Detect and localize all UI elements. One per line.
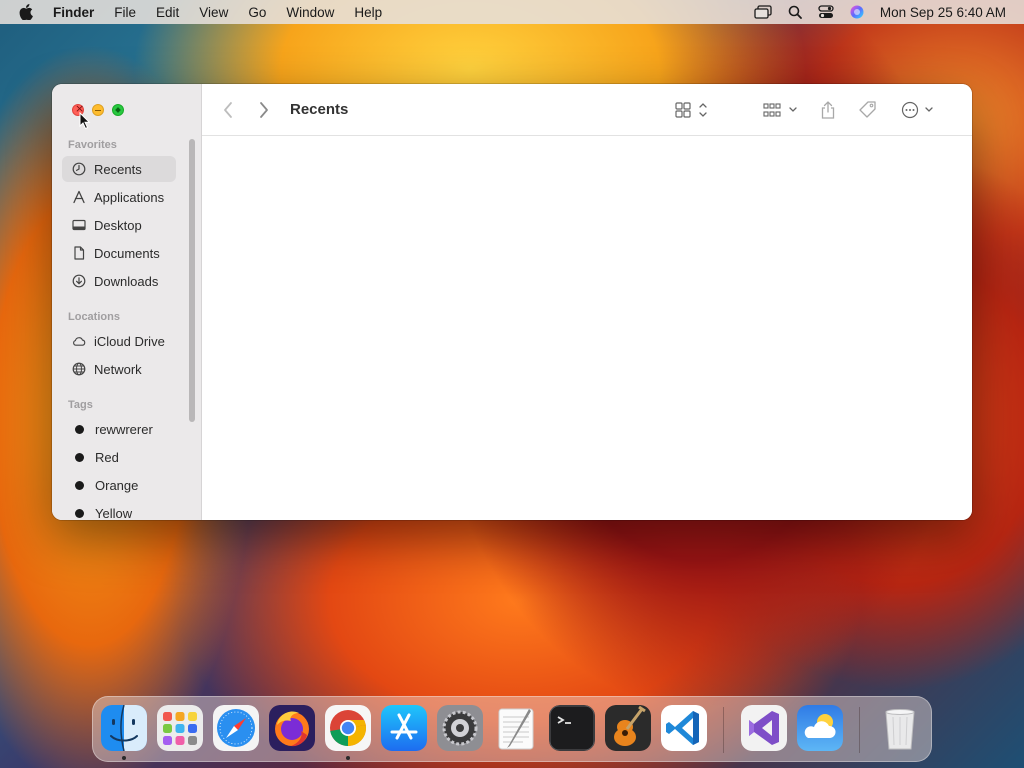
sidebar-section-tags: Tags [68,399,93,411]
applications-icon [72,190,86,204]
sidebar-tag-orange[interactable]: Orange [62,472,176,498]
clock-icon [72,162,86,176]
menu-edit[interactable]: Edit [156,5,179,20]
forward-button[interactable] [258,100,270,120]
dock [92,696,932,762]
dock-visual-studio-icon[interactable] [741,705,787,751]
sidebar-item-documents[interactable]: Documents [62,240,176,266]
sidebar-item-label: Orange [95,477,139,493]
sidebar-tag-rewwrerer[interactable]: rewwrerer [62,416,176,442]
sidebar: Favorites Recents Applications Desktop D… [52,84,202,520]
siri-icon[interactable] [850,5,864,19]
dock-safari-icon[interactable] [213,705,259,751]
sidebar-item-label: Recents [94,161,142,177]
toolbar: Recents [202,84,972,136]
group-by-button[interactable] [762,100,800,120]
tag-dot-icon [75,480,84,490]
download-icon [72,274,86,288]
menu-clock[interactable]: Mon Sep 25 6:40 AM [880,5,1006,20]
sidebar-tag-red[interactable]: Red [62,444,176,470]
dock-finder-icon[interactable] [101,705,147,751]
dock-system-settings-icon[interactable] [437,705,483,751]
sidebar-item-label: Network [94,361,142,377]
sidebar-item-label: Documents [94,245,160,261]
menu-view[interactable]: View [199,5,228,20]
minimize-button[interactable] [92,104,104,116]
dock-terminal-icon[interactable] [549,705,595,751]
dock-separator [859,707,860,753]
sidebar-scrollbar[interactable] [189,139,195,422]
sidebar-item-label: iCloud Drive [94,333,165,349]
tag-dot-icon [75,508,84,518]
file-content-area[interactable] [202,136,972,520]
globe-icon [72,362,86,376]
sidebar-item-applications[interactable]: Applications [62,184,176,210]
dock-textedit-icon[interactable] [493,705,539,751]
mouse-pointer-icon [79,112,91,130]
menu-app-name[interactable]: Finder [53,5,94,20]
menu-go[interactable]: Go [248,5,266,20]
dock-trash-icon[interactable] [877,705,923,751]
document-icon [72,246,86,260]
menu-help[interactable]: Help [354,5,382,20]
sidebar-item-label: Desktop [94,217,142,233]
menu-bar: Finder File Edit View Go Window Help Mon… [0,0,1024,24]
dock-garageband-icon[interactable] [605,705,651,751]
dock-vscode-icon[interactable] [661,705,707,751]
sidebar-section-locations: Locations [68,311,120,323]
sidebar-item-recents[interactable]: Recents [62,156,176,182]
dock-firefox-icon[interactable] [269,705,315,751]
dock-launchpad-icon[interactable] [157,705,203,751]
screen-mirroring-icon[interactable] [754,5,772,19]
sidebar-item-icloud-drive[interactable]: iCloud Drive [62,328,176,354]
sidebar-item-label: rewwrerer [95,421,153,437]
desktop-icon [72,218,86,232]
sidebar-item-desktop[interactable]: Desktop [62,212,176,238]
view-mode-button[interactable] [674,100,710,120]
sidebar-item-network[interactable]: Network [62,356,176,382]
tag-dot-icon [75,452,84,462]
dock-running-indicator [122,756,126,760]
sidebar-item-label: Red [95,449,119,465]
back-button[interactable] [222,100,234,120]
menu-file[interactable]: File [114,5,136,20]
sidebar-item-downloads[interactable]: Downloads [62,268,176,294]
tag-button[interactable] [858,100,878,120]
more-actions-button[interactable] [900,100,936,120]
share-button[interactable] [820,100,836,120]
dock-separator [723,707,724,753]
dock-chrome-icon[interactable] [325,705,371,751]
finder-window: Favorites Recents Applications Desktop D… [52,84,972,520]
sidebar-section-favorites: Favorites [68,139,117,151]
dock-weather-icon[interactable] [797,705,843,751]
sidebar-tag-yellow[interactable]: Yellow [62,500,176,520]
apple-menu-icon[interactable] [19,4,35,20]
menu-window[interactable]: Window [286,5,334,20]
dock-running-indicator [346,756,350,760]
sidebar-item-label: Downloads [94,273,159,289]
tag-dot-icon [75,424,84,434]
zoom-button[interactable] [112,104,124,116]
sidebar-item-label: Applications [94,189,165,205]
control-center-icon[interactable] [818,5,834,19]
spotlight-search-icon[interactable] [788,5,802,19]
dock-app-store-icon[interactable] [381,705,427,751]
window-title: Recents [290,101,349,118]
sidebar-item-label: Yellow [95,505,133,521]
cloud-icon [72,334,86,348]
